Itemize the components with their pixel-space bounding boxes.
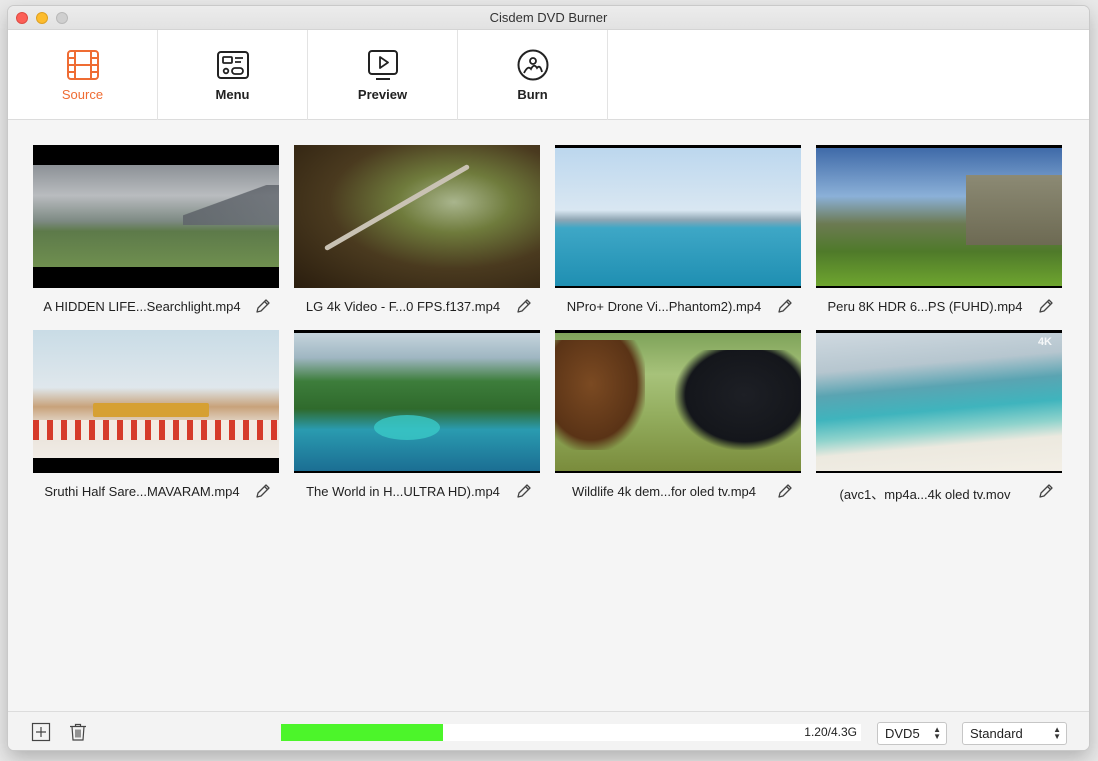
app-window: Cisdem DVD Burner Source Menu Preview Bu… — [8, 6, 1089, 750]
tab-menu-label: Menu — [215, 87, 250, 102]
video-filename: A HIDDEN LIFE...Searchlight.mp4 — [43, 299, 241, 314]
video-filename: NPro+ Drone Vi...Phantom2).mp4 — [566, 299, 762, 314]
video-thumbnail[interactable] — [555, 145, 801, 288]
video-thumbnail[interactable] — [294, 330, 540, 473]
video-item[interactable]: A HIDDEN LIFE...Searchlight.mp4 — [33, 145, 279, 320]
close-window-button[interactable] — [16, 12, 28, 24]
quality-value: Standard — [970, 726, 1023, 741]
video-thumbnail[interactable] — [33, 330, 279, 473]
film-icon — [67, 50, 99, 80]
edit-pencil-icon[interactable] — [776, 482, 794, 500]
tab-burn[interactable]: Burn — [458, 30, 608, 120]
video-item[interactable]: The World in H...ULTRA HD).mp4 — [294, 330, 540, 505]
disc-type-value: DVD5 — [885, 726, 920, 741]
4k-badge: 4K — [1037, 336, 1052, 348]
toolbar: Source Menu Preview Burn — [8, 30, 1089, 120]
edit-pencil-icon[interactable] — [1037, 297, 1055, 315]
edit-pencil-icon[interactable] — [515, 482, 533, 500]
source-grid: A HIDDEN LIFE...Searchlight.mp4 LG 4k Vi… — [8, 121, 1089, 711]
tab-source[interactable]: Source — [8, 30, 158, 120]
edit-pencil-icon[interactable] — [515, 297, 533, 315]
video-filename: Peru 8K HDR 6...PS (FUHD).mp4 — [827, 299, 1023, 314]
disc-icon — [517, 49, 549, 81]
edit-pencil-icon[interactable] — [254, 297, 272, 315]
video-thumbnail[interactable] — [33, 145, 279, 288]
disc-capacity-bar: 1.20/4.3G — [281, 724, 861, 741]
select-arrows-icon: ▲ ▼ — [933, 725, 941, 741]
video-item[interactable]: NPro+ Drone Vi...Phantom2).mp4 — [555, 145, 801, 320]
tab-source-label: Source — [61, 87, 104, 102]
video-filename: The World in H...ULTRA HD).mp4 — [306, 484, 500, 499]
video-thumbnail[interactable] — [816, 145, 1062, 288]
add-video-button[interactable] — [31, 722, 51, 742]
edit-pencil-icon[interactable] — [1037, 482, 1055, 500]
status-footer: 1.20/4.3G DVD5 ▲ ▼ Standard ▲ ▼ — [8, 711, 1089, 750]
video-item[interactable]: Peru 8K HDR 6...PS (FUHD).mp4 — [816, 145, 1062, 320]
video-filename: Wildlife 4k dem...for oled tv.mp4 — [572, 484, 756, 499]
tab-preview-label: Preview — [357, 87, 408, 102]
play-screen-icon — [368, 50, 398, 80]
video-filename: Sruthi Half Sare...MAVARAM.mp4 — [44, 484, 240, 499]
video-filename: LG 4k Video - F...0 FPS.f137.mp4 — [305, 299, 501, 314]
video-item[interactable]: LG 4k Video - F...0 FPS.f137.mp4 — [294, 145, 540, 320]
video-filename: (avc1、mp4a...4k oled tv.mov — [839, 487, 1011, 502]
video-item[interactable]: 4K (avc1、mp4a...4k oled tv.mov — [816, 330, 1062, 505]
video-thumbnail[interactable] — [555, 330, 801, 473]
title-bar: Cisdem DVD Burner — [8, 6, 1089, 30]
select-arrows-icon: ▲ ▼ — [1053, 725, 1061, 741]
window-title: Cisdem DVD Burner — [489, 10, 608, 25]
tab-menu[interactable]: Menu — [158, 30, 308, 120]
tab-preview[interactable]: Preview — [308, 30, 458, 120]
capacity-fill — [281, 724, 443, 741]
zoom-window-button[interactable] — [56, 12, 68, 24]
video-thumbnail[interactable]: 4K — [816, 330, 1062, 473]
video-thumbnail[interactable] — [294, 145, 540, 288]
tab-burn-label: Burn — [517, 87, 548, 102]
capacity-text: 1.20/4.3G — [804, 725, 857, 739]
video-item[interactable]: Sruthi Half Sare...MAVARAM.mp4 — [33, 330, 279, 505]
edit-pencil-icon[interactable] — [254, 482, 272, 500]
edit-pencil-icon[interactable] — [776, 297, 794, 315]
minimize-window-button[interactable] — [36, 12, 48, 24]
quality-select[interactable]: Standard ▲ ▼ — [962, 722, 1067, 745]
disc-type-select[interactable]: DVD5 ▲ ▼ — [877, 722, 947, 745]
menu-layout-icon — [217, 51, 249, 79]
video-item[interactable]: Wildlife 4k dem...for oled tv.mp4 — [555, 330, 801, 505]
trash-icon[interactable] — [68, 722, 88, 742]
